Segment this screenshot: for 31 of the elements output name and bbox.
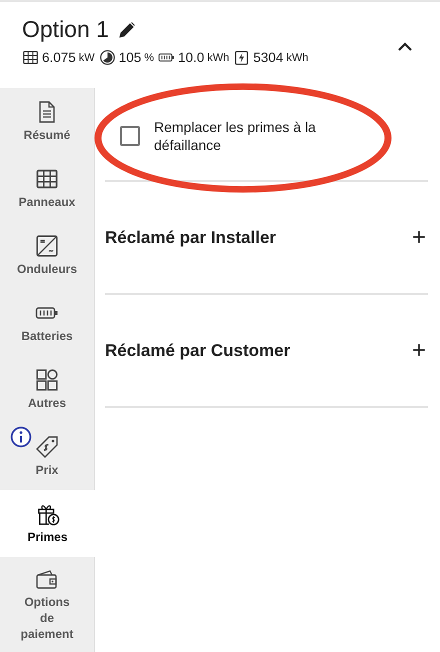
option-title: Option 1: [22, 16, 109, 43]
sidebar-tab[interactable]: Prix: [0, 423, 95, 490]
stat-value: 105: [118, 50, 142, 65]
stat-unit: kW: [78, 52, 95, 64]
stat-value: 5304: [253, 50, 284, 65]
sidebar-tab[interactable]: Onduleurs: [0, 222, 95, 289]
sidebar-tab[interactable]: Autres: [0, 356, 95, 423]
sidebar-tab[interactable]: Batteries: [0, 289, 95, 356]
stat-unit: kWh: [286, 52, 308, 64]
grid-icon: [22, 49, 39, 66]
stat-value: 6.075: [42, 50, 76, 65]
checkbox[interactable]: [120, 126, 140, 146]
bolt-icon: [233, 49, 250, 66]
price-tag-icon: [35, 434, 59, 459]
stat-unit: %: [144, 52, 154, 64]
info-icon[interactable]: [10, 426, 32, 448]
inverter-icon: [35, 234, 59, 258]
checkbox-label: Remplacer les primes à la défaillance: [154, 118, 317, 154]
wallet-icon: [35, 567, 59, 591]
sidebar-tab[interactable]: Panneaux: [0, 155, 95, 222]
edit-icon[interactable]: [116, 20, 137, 40]
sidebar-tab[interactable]: Résumé: [0, 88, 95, 155]
stat-value: 10.0: [178, 50, 204, 65]
expand-button[interactable]: +: [410, 224, 428, 252]
expand-button[interactable]: +: [410, 336, 428, 365]
shapes-icon: [35, 368, 59, 392]
section-title: Réclamé par Installer: [105, 228, 276, 248]
stat-unit: kWh: [207, 52, 230, 64]
section-title: Réclamé par Customer: [105, 340, 290, 361]
pie-icon: [98, 49, 116, 66]
sidebar-tab[interactable]: Options de paiement: [0, 557, 95, 652]
